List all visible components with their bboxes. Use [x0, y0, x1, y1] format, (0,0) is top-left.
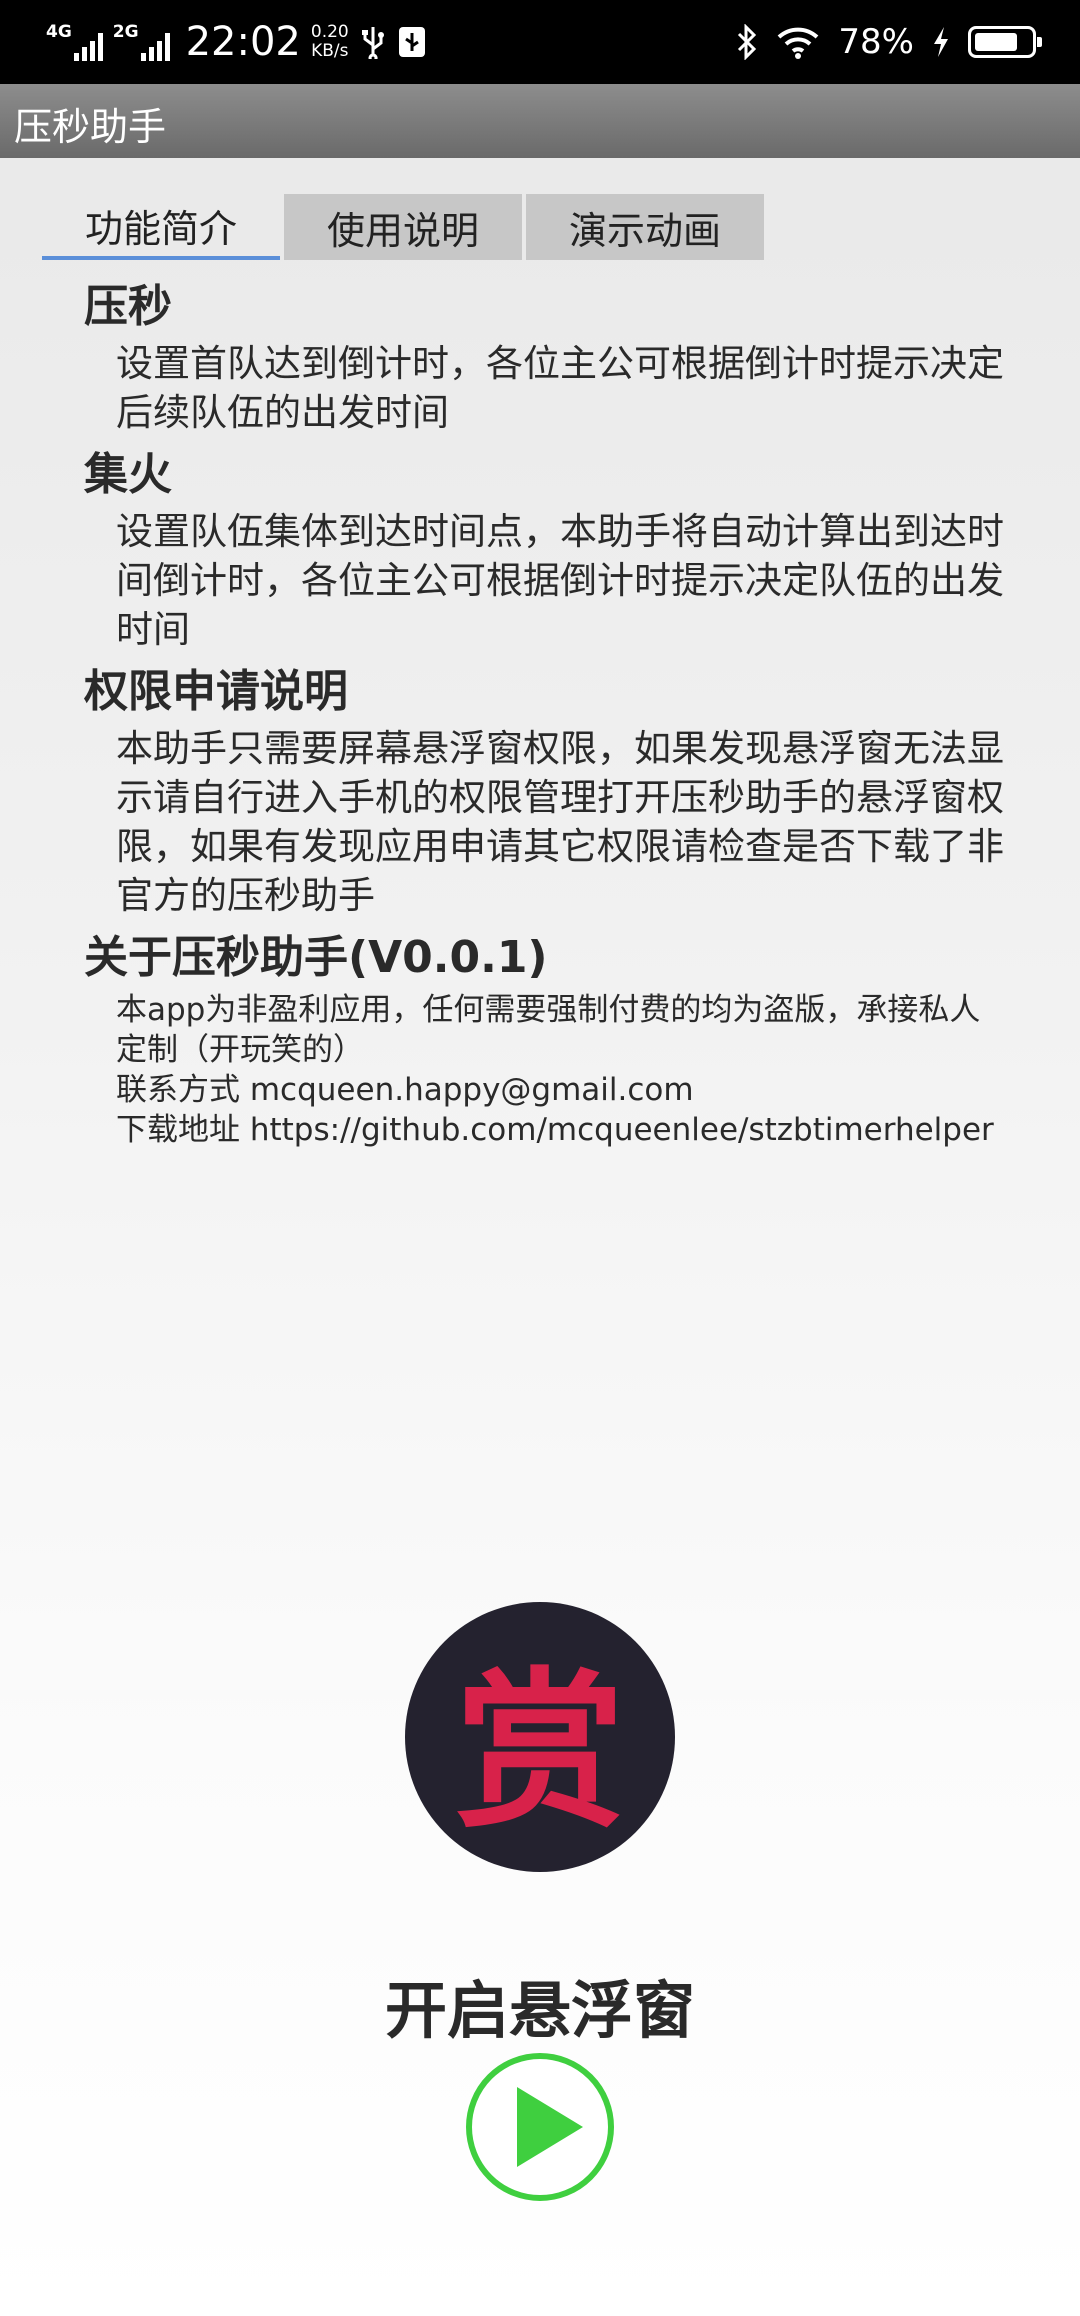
network-type-2: 2G [112, 21, 139, 42]
network-type-1: 4G [46, 21, 72, 42]
usb-icon [361, 27, 384, 59]
speed-unit: KB/s [311, 41, 349, 61]
section-title-press: 压秒 [84, 281, 172, 332]
play-icon [466, 2053, 614, 2201]
status-left: 4G 2G 22:02 0.20 KB/s [46, 0, 427, 84]
section-body-permission: 本助手只需要屏幕悬浮窗权限，如果发现悬浮窗无法显示请自行进入手机的权限管理打开压… [116, 727, 1004, 917]
wifi-icon [778, 27, 819, 59]
speed-value: 0.20 [310, 22, 349, 42]
reward-label: 赏 [454, 1654, 625, 1852]
about-disclaimer: 本app为非盈利应用，任何需要强制付费的均为盗版，承接私人定制（开玩笑的） [116, 992, 981, 1068]
battery-icon [968, 26, 1042, 58]
intro-content: 压秒 设置首队达到倒计时，各位主公可根据倒计时提示决定后续队伍的出发时间 集火 … [84, 275, 1004, 1150]
signal-1-icon: 4G [46, 21, 103, 61]
network-speed: 0.20 KB/s [311, 23, 349, 61]
section-body-about: 本app为非盈利应用，任何需要强制付费的均为盗版，承接私人定制（开玩笑的） 联系… [116, 990, 1004, 1150]
usb-debug-icon [398, 27, 425, 57]
status-right: 78% [736, 0, 1042, 84]
tab-instructions[interactable]: 使用说明 [284, 194, 522, 260]
reward-button[interactable]: 赏 [405, 1602, 675, 1872]
signal-2-icon: 2G [112, 21, 170, 61]
tab-bar: 功能简介 使用说明 演示动画 [42, 194, 764, 260]
open-float-window-label: 开启悬浮窗 [384, 1974, 695, 2047]
charging-icon [934, 27, 948, 57]
app-title: 压秒助手 [14, 105, 167, 149]
section-body-press: 设置首队达到倒计时，各位主公可根据倒计时提示决定后续队伍的出发时间 [116, 342, 1004, 434]
tab-intro[interactable]: 功能简介 [42, 194, 280, 260]
tab-demo[interactable]: 演示动画 [526, 194, 764, 260]
section-title-gather: 集火 [84, 449, 172, 500]
section-title-about: 关于压秒助手(V0.0.1) [84, 932, 548, 983]
section-title-permission: 权限申请说明 [84, 666, 348, 717]
bluetooth-icon [738, 24, 757, 60]
battery-level [975, 33, 1018, 51]
section-body-gather: 设置队伍集体到达时间点，本助手将自动计算出到达时间倒计时，各位主公可根据倒计时提… [116, 510, 1004, 651]
about-contact: 联系方式 mcqueen.happy@gmail.com [116, 1072, 694, 1108]
app-bar: 压秒助手 [0, 84, 1080, 158]
clock: 22:02 [185, 19, 301, 65]
status-bar: 4G 2G 22:02 0.20 KB/s 78% [0, 0, 1080, 84]
about-download: 下载地址 https://github.com/mcqueenlee/stzbt… [116, 1112, 994, 1148]
battery-percent: 78% [838, 22, 914, 62]
play-button[interactable] [465, 2052, 615, 2202]
